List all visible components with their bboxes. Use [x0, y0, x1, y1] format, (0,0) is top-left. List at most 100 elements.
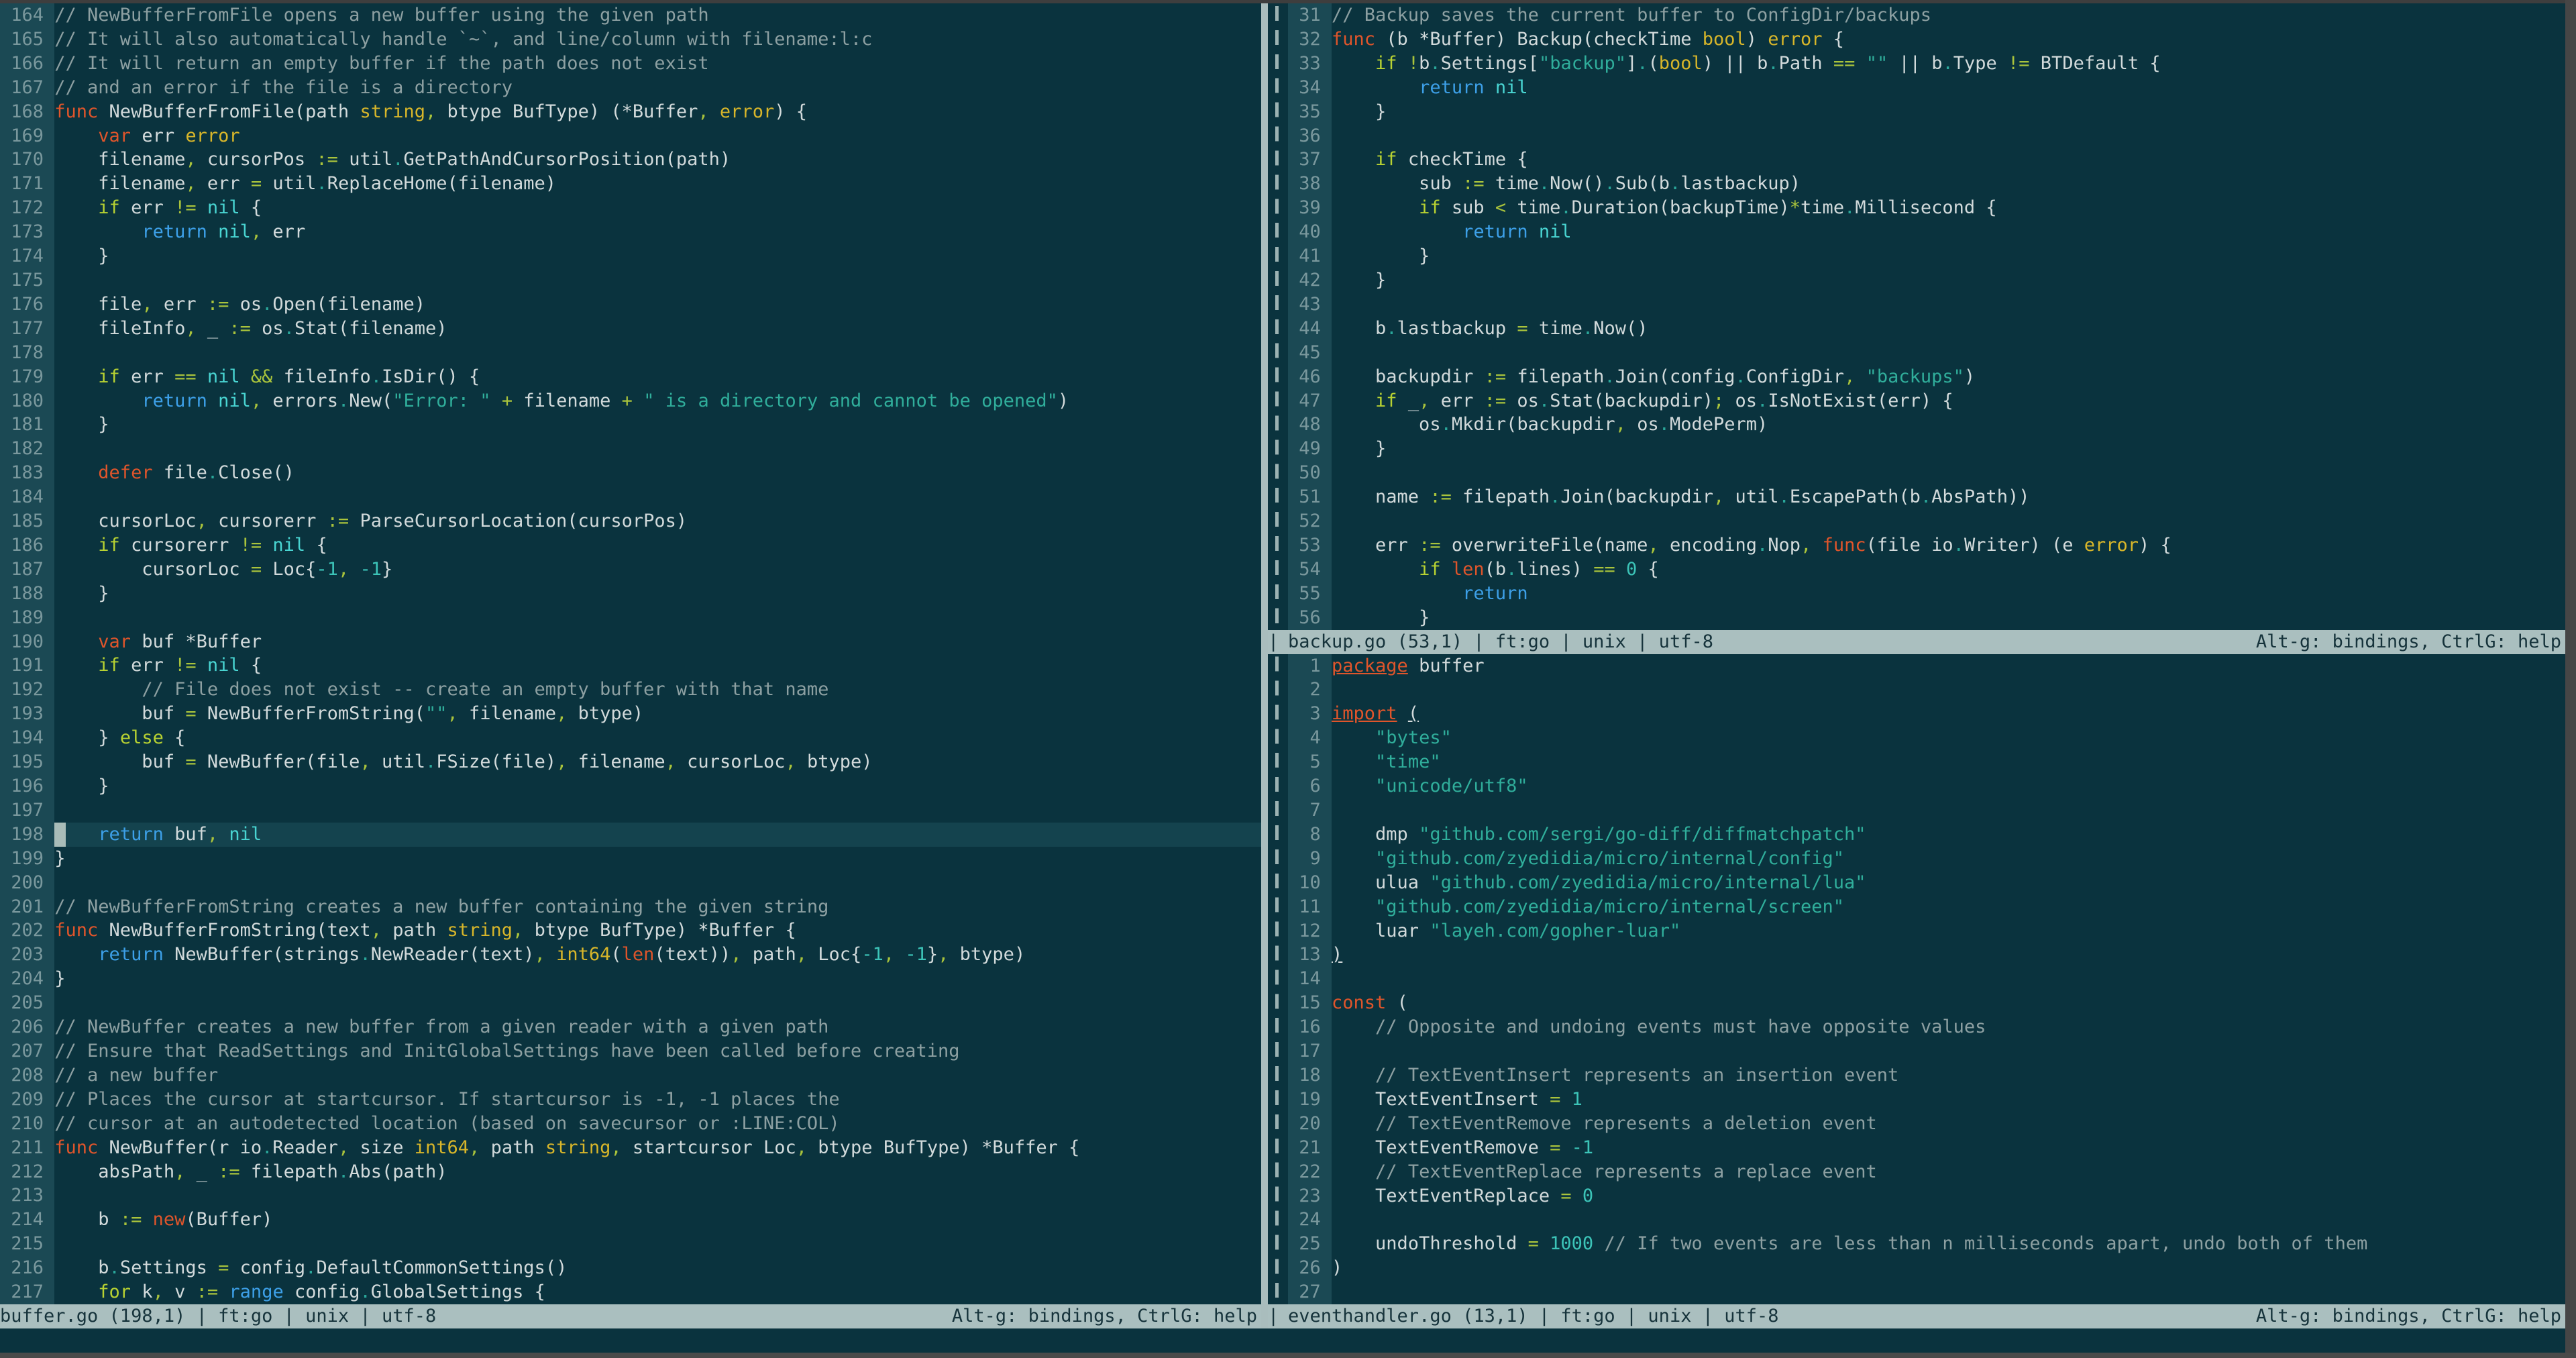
code-text[interactable]: buf = NewBufferFromString("", filename, … — [54, 702, 1261, 726]
code-text[interactable]: } — [1332, 606, 2565, 630]
code-text[interactable]: } — [54, 774, 1261, 798]
code-text[interactable]: return — [1332, 582, 2565, 606]
code-line[interactable]: 185 cursorLoc, cursorerr := ParseCursorL… — [0, 509, 1261, 533]
code-line[interactable]: 32 func (b *Buffer) Backup(checkTime boo… — [1288, 27, 2565, 52]
code-line[interactable]: 195 buf = NewBuffer(file, util.FSize(fil… — [0, 750, 1261, 774]
code-text[interactable]: TextEventInsert = 1 — [1332, 1088, 2565, 1112]
code-text[interactable] — [54, 341, 1261, 365]
code-line[interactable]: 196 } — [0, 774, 1261, 798]
code-line[interactable]: 208 // a new buffer — [0, 1063, 1261, 1088]
code-text[interactable] — [54, 437, 1261, 461]
code-line[interactable]: 14 — [1288, 967, 2565, 992]
code-text[interactable]: } — [1332, 100, 2565, 124]
code-line[interactable]: 176 file, err := os.Open(filename) — [0, 292, 1261, 317]
code-line[interactable]: 20 // TextEventRemove represents a delet… — [1288, 1111, 2565, 1136]
code-line[interactable]: 42 } — [1288, 268, 2565, 293]
code-text[interactable]: func NewBufferFromFile(path string, btyp… — [54, 100, 1261, 124]
code-text[interactable]: // and an error if the file is a directo… — [54, 76, 1261, 100]
code-text[interactable]: } — [1332, 268, 2565, 293]
code-line[interactable]: 6 "unicode/utf8" — [1288, 774, 2565, 798]
code-text[interactable] — [1332, 341, 2565, 365]
code-line[interactable]: 51 name := filepath.Join(backupdir, util… — [1288, 485, 2565, 510]
code-text[interactable]: // File does not exist -- create an empt… — [54, 678, 1261, 702]
code-text[interactable]: // It will return an empty buffer if the… — [54, 52, 1261, 76]
code-line[interactable]: 11 "github.com/zyedidia/micro/internal/s… — [1288, 894, 2565, 919]
code-text[interactable]: "github.com/zyedidia/micro/internal/conf… — [1332, 847, 2565, 871]
code-line[interactable]: 203 return NewBuffer(strings.NewReader(t… — [0, 943, 1261, 968]
code-text[interactable] — [1332, 967, 2565, 991]
code-line[interactable]: 18 // TextEventInsert represents an inse… — [1288, 1063, 2565, 1088]
code-text[interactable]: if err != nil { — [54, 196, 1261, 220]
code-line[interactable]: 190 var buf *Buffer — [0, 629, 1261, 654]
code-text[interactable] — [54, 871, 1261, 895]
code-line[interactable]: 216 b.Settings = config.DefaultCommonSet… — [0, 1256, 1261, 1281]
code-line[interactable]: 194 } else { — [0, 726, 1261, 751]
code-text[interactable]: // NewBufferFromFile opens a new buffer … — [54, 3, 1261, 28]
code-line[interactable]: 169 var err error — [0, 123, 1261, 148]
code-text[interactable]: } — [1332, 437, 2565, 461]
code-line[interactable]: 8 dmp "github.com/sergi/go-diff/diffmatc… — [1288, 822, 2565, 847]
code-line[interactable]: 192 // File does not exist -- create an … — [0, 678, 1261, 702]
code-text[interactable]: ) — [1332, 943, 2565, 967]
code-text[interactable]: return nil, errors.New("Error: " + filen… — [54, 389, 1261, 413]
code-text[interactable]: // NewBufferFromString creates a new buf… — [54, 895, 1261, 919]
pane-scrollbar[interactable] — [1261, 3, 1268, 1329]
code-text[interactable]: "bytes" — [1332, 726, 2565, 750]
code-text[interactable]: // cursor at an autodetected location (b… — [54, 1112, 1261, 1136]
code-line[interactable]: 34 return nil — [1288, 75, 2565, 100]
code-line[interactable]: 26 ) — [1288, 1256, 2565, 1281]
code-text[interactable]: // It will also automatically handle `~`… — [54, 28, 1261, 52]
code-text[interactable]: TextEventReplace = 0 — [1332, 1184, 2565, 1208]
code-text[interactable]: b := new(Buffer) — [54, 1208, 1261, 1232]
code-text[interactable]: } — [54, 967, 1261, 991]
code-text[interactable]: ) — [1332, 1256, 2565, 1280]
code-text[interactable] — [54, 268, 1261, 293]
code-line[interactable]: 56 } — [1288, 605, 2565, 630]
code-line[interactable]: 40 return nil — [1288, 220, 2565, 245]
code-line[interactable]: 50 — [1288, 461, 2565, 486]
code-text[interactable] — [1332, 509, 2565, 533]
code-line[interactable]: 19 TextEventInsert = 1 — [1288, 1087, 2565, 1112]
code-line[interactable]: 211 func NewBuffer(r io.Reader, size int… — [0, 1135, 1261, 1160]
code-line[interactable]: 197 — [0, 798, 1261, 823]
code-text[interactable] — [1332, 1280, 2565, 1304]
code-line[interactable]: 5 "time" — [1288, 750, 2565, 775]
code-line[interactable]: 164 // NewBufferFromFile opens a new buf… — [0, 3, 1261, 28]
code-line[interactable]: 22 // TextEventReplace represents a repl… — [1288, 1159, 2565, 1184]
code-text[interactable]: b.lastbackup = time.Now() — [1332, 317, 2565, 341]
code-line[interactable]: 44 b.lastbackup = time.Now() — [1288, 316, 2565, 341]
code-line[interactable]: 55 return — [1288, 581, 2565, 606]
code-line[interactable]: 21 TextEventRemove = -1 — [1288, 1135, 2565, 1160]
code-text[interactable]: name := filepath.Join(backupdir, util.Es… — [1332, 485, 2565, 509]
code-text[interactable]: package buffer — [1332, 654, 2565, 678]
code-line[interactable]: 209 // Places the cursor at startcursor.… — [0, 1087, 1261, 1112]
code-text[interactable]: dmp "github.com/sergi/go-diff/diffmatchp… — [1332, 823, 2565, 847]
code-line[interactable]: 167 // and an error if the file is a dir… — [0, 75, 1261, 100]
code-line[interactable]: 24 — [1288, 1208, 2565, 1233]
code-text[interactable] — [1332, 798, 2565, 823]
code-text[interactable] — [1332, 1208, 2565, 1232]
code-text[interactable]: // a new buffer — [54, 1063, 1261, 1088]
code-line[interactable]: 1 package buffer — [1288, 654, 2565, 678]
code-line[interactable]: 173 return nil, err — [0, 220, 1261, 245]
code-text[interactable]: func NewBuffer(r io.Reader, size int64, … — [54, 1136, 1261, 1160]
code-line[interactable]: 184 — [0, 485, 1261, 510]
code-line[interactable]: 2 — [1288, 678, 2565, 702]
code-text[interactable]: // NewBuffer creates a new buffer from a… — [54, 1015, 1261, 1039]
editor-pane-backup-go[interactable]: 31 // Backup saves the current buffer to… — [1288, 3, 2565, 630]
code-line[interactable]: 189 — [0, 605, 1261, 630]
code-text[interactable]: undoThreshold = 1000 // If two events ar… — [1332, 1232, 2565, 1256]
code-text[interactable]: func NewBufferFromString(text, path stri… — [54, 919, 1261, 943]
code-text[interactable]: cursorLoc = Loc{-1, -1} — [54, 558, 1261, 582]
code-line[interactable]: 12 luar "layeh.com/gopher-luar" — [1288, 919, 2565, 943]
code-line[interactable]: 48 os.Mkdir(backupdir, os.ModePerm) — [1288, 413, 2565, 437]
code-line[interactable]: 23 TextEventReplace = 0 — [1288, 1184, 2565, 1208]
code-text[interactable]: import ( — [1332, 702, 2565, 726]
code-line[interactable]: 16 // Opposite and undoing events must h… — [1288, 1015, 2565, 1040]
code-line[interactable]: 213 — [0, 1184, 1261, 1208]
code-text[interactable] — [1332, 1039, 2565, 1063]
code-line[interactable]: 212 absPath, _ := filepath.Abs(path) — [0, 1159, 1261, 1184]
code-text[interactable]: } — [54, 847, 1261, 871]
code-text[interactable]: luar "layeh.com/gopher-luar" — [1332, 919, 2565, 943]
code-text[interactable]: return NewBuffer(strings.NewReader(text)… — [54, 943, 1261, 967]
